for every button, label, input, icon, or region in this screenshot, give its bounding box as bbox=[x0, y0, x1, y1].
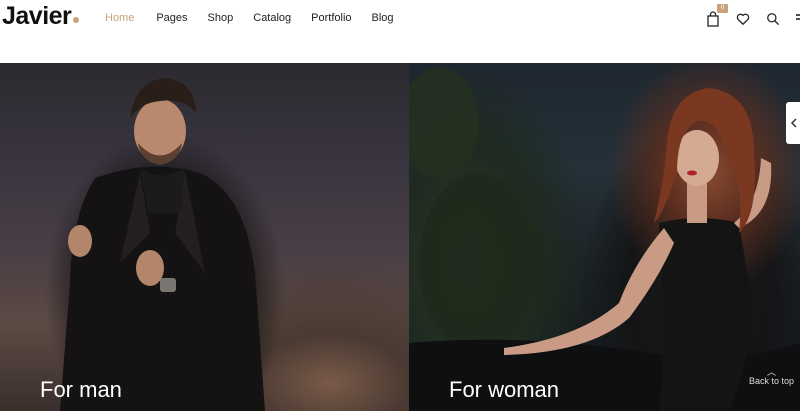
banner-title-woman: For woman bbox=[449, 377, 560, 402]
nav-pages[interactable]: Pages bbox=[156, 12, 187, 24]
cart-count-badge: 0 bbox=[717, 4, 728, 13]
nav-catalog[interactable]: Catalog bbox=[253, 12, 291, 24]
search-icon[interactable] bbox=[766, 10, 784, 28]
logo-dot bbox=[73, 17, 80, 23]
banner-for-man[interactable]: For man bbox=[0, 63, 409, 411]
nav-blog[interactable]: Blog bbox=[372, 12, 394, 24]
cart-icon[interactable]: 0 bbox=[706, 4, 728, 28]
site-logo[interactable]: Javier bbox=[2, 2, 80, 31]
banner-title-man: For man bbox=[40, 377, 122, 402]
site-header: Javier Home Pages Shop Catalog Portfolio… bbox=[0, 0, 800, 63]
back-to-top-label: Back to top bbox=[748, 376, 794, 386]
main-nav: Home Pages Shop Catalog Portfolio Blog bbox=[105, 12, 414, 24]
nav-portfolio[interactable]: Portfolio bbox=[311, 12, 351, 24]
back-to-top-button[interactable]: ︿ Back to top bbox=[748, 367, 794, 387]
nav-home[interactable]: Home bbox=[105, 12, 134, 24]
menu-icon[interactable] bbox=[794, 10, 800, 28]
woman-image bbox=[409, 68, 800, 411]
nav-shop[interactable]: Shop bbox=[208, 12, 234, 24]
banner-for-woman[interactable]: For woman bbox=[409, 63, 800, 411]
header-icons: 0 bbox=[700, 4, 800, 30]
chevron-up-icon: ︿ bbox=[766, 367, 776, 377]
logo-text: Javier bbox=[2, 2, 72, 30]
heart-icon[interactable] bbox=[736, 10, 754, 28]
side-panel-toggle[interactable] bbox=[786, 102, 800, 144]
man-image bbox=[60, 78, 265, 411]
